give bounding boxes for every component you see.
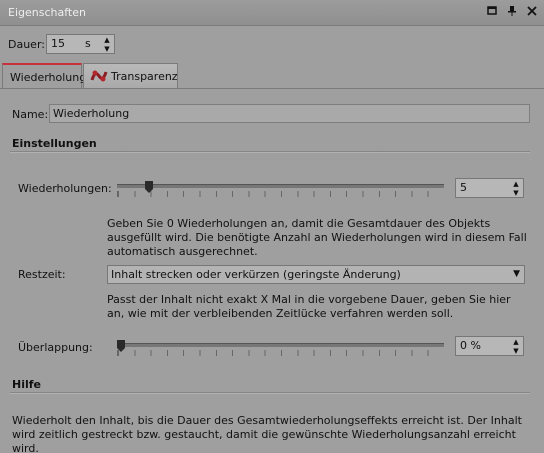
slider-ticks	[117, 350, 444, 356]
panel-title: Eigenschaften	[8, 6, 86, 19]
settings-separator	[10, 151, 530, 153]
tab-transparency-label: Transparenz	[111, 70, 178, 83]
duration-label: Dauer:	[8, 38, 45, 51]
duration-stepper[interactable]: 15 s ▲ ▼	[46, 34, 115, 54]
repetitions-description: Geben Sie 0 Wiederholungen an, damit die…	[107, 217, 527, 258]
slider-track	[117, 184, 444, 188]
help-separator	[10, 392, 530, 394]
repetitions-stepper[interactable]: 5 ▲ ▼	[455, 178, 524, 198]
help-heading: Hilfe	[12, 378, 41, 391]
repetitions-slider[interactable]	[117, 181, 444, 199]
name-label: Name:	[12, 108, 49, 121]
tab-transparency[interactable]: Transparenz	[83, 63, 178, 89]
stepper-arrows-icon[interactable]: ▲ ▼	[102, 36, 112, 54]
overlap-stepper[interactable]: 0 % ▲ ▼	[455, 336, 524, 356]
repetitions-value[interactable]: 5	[460, 181, 467, 194]
remaining-label: Restzeit:	[18, 268, 66, 281]
name-value[interactable]: Wiederholung	[53, 107, 129, 120]
slider-thumb[interactable]	[117, 340, 125, 352]
stepper-arrows-icon[interactable]: ▲ ▼	[511, 180, 521, 198]
float-window-icon[interactable]	[486, 6, 498, 18]
transparency-icon	[90, 68, 108, 87]
slider-ticks	[117, 191, 444, 197]
duration-unit: s	[85, 37, 91, 50]
slider-thumb[interactable]	[145, 181, 153, 193]
remaining-value[interactable]: Inhalt strecken oder verkürzen (geringst…	[111, 268, 401, 281]
close-icon[interactable]	[526, 6, 538, 18]
tab-repetition-label: Wiederholung	[10, 71, 87, 84]
slider-track	[117, 343, 444, 347]
tab-repetition[interactable]: Wiederholung	[2, 63, 86, 89]
overlap-value[interactable]: 0 %	[460, 339, 481, 352]
tab-divider	[0, 88, 544, 89]
settings-heading: Einstellungen	[12, 137, 97, 150]
pin-icon[interactable]	[506, 6, 518, 18]
duration-value[interactable]: 15	[51, 37, 65, 50]
remaining-dropdown[interactable]: Inhalt strecken oder verkürzen (geringst…	[107, 265, 525, 284]
overlap-slider[interactable]	[117, 340, 444, 357]
name-field[interactable]: Wiederholung	[49, 104, 530, 123]
overlap-label: Überlappung:	[18, 341, 93, 354]
chevron-down-icon[interactable]: ▼	[513, 269, 520, 279]
remaining-description: Passt der Inhalt nicht exakt X Mal in di…	[107, 293, 511, 320]
stepper-arrows-icon[interactable]: ▲ ▼	[511, 338, 521, 356]
repetitions-label: Wiederholungen:	[18, 182, 112, 195]
help-text: Wiederholt den Inhalt, bis die Dauer des…	[12, 414, 522, 453]
